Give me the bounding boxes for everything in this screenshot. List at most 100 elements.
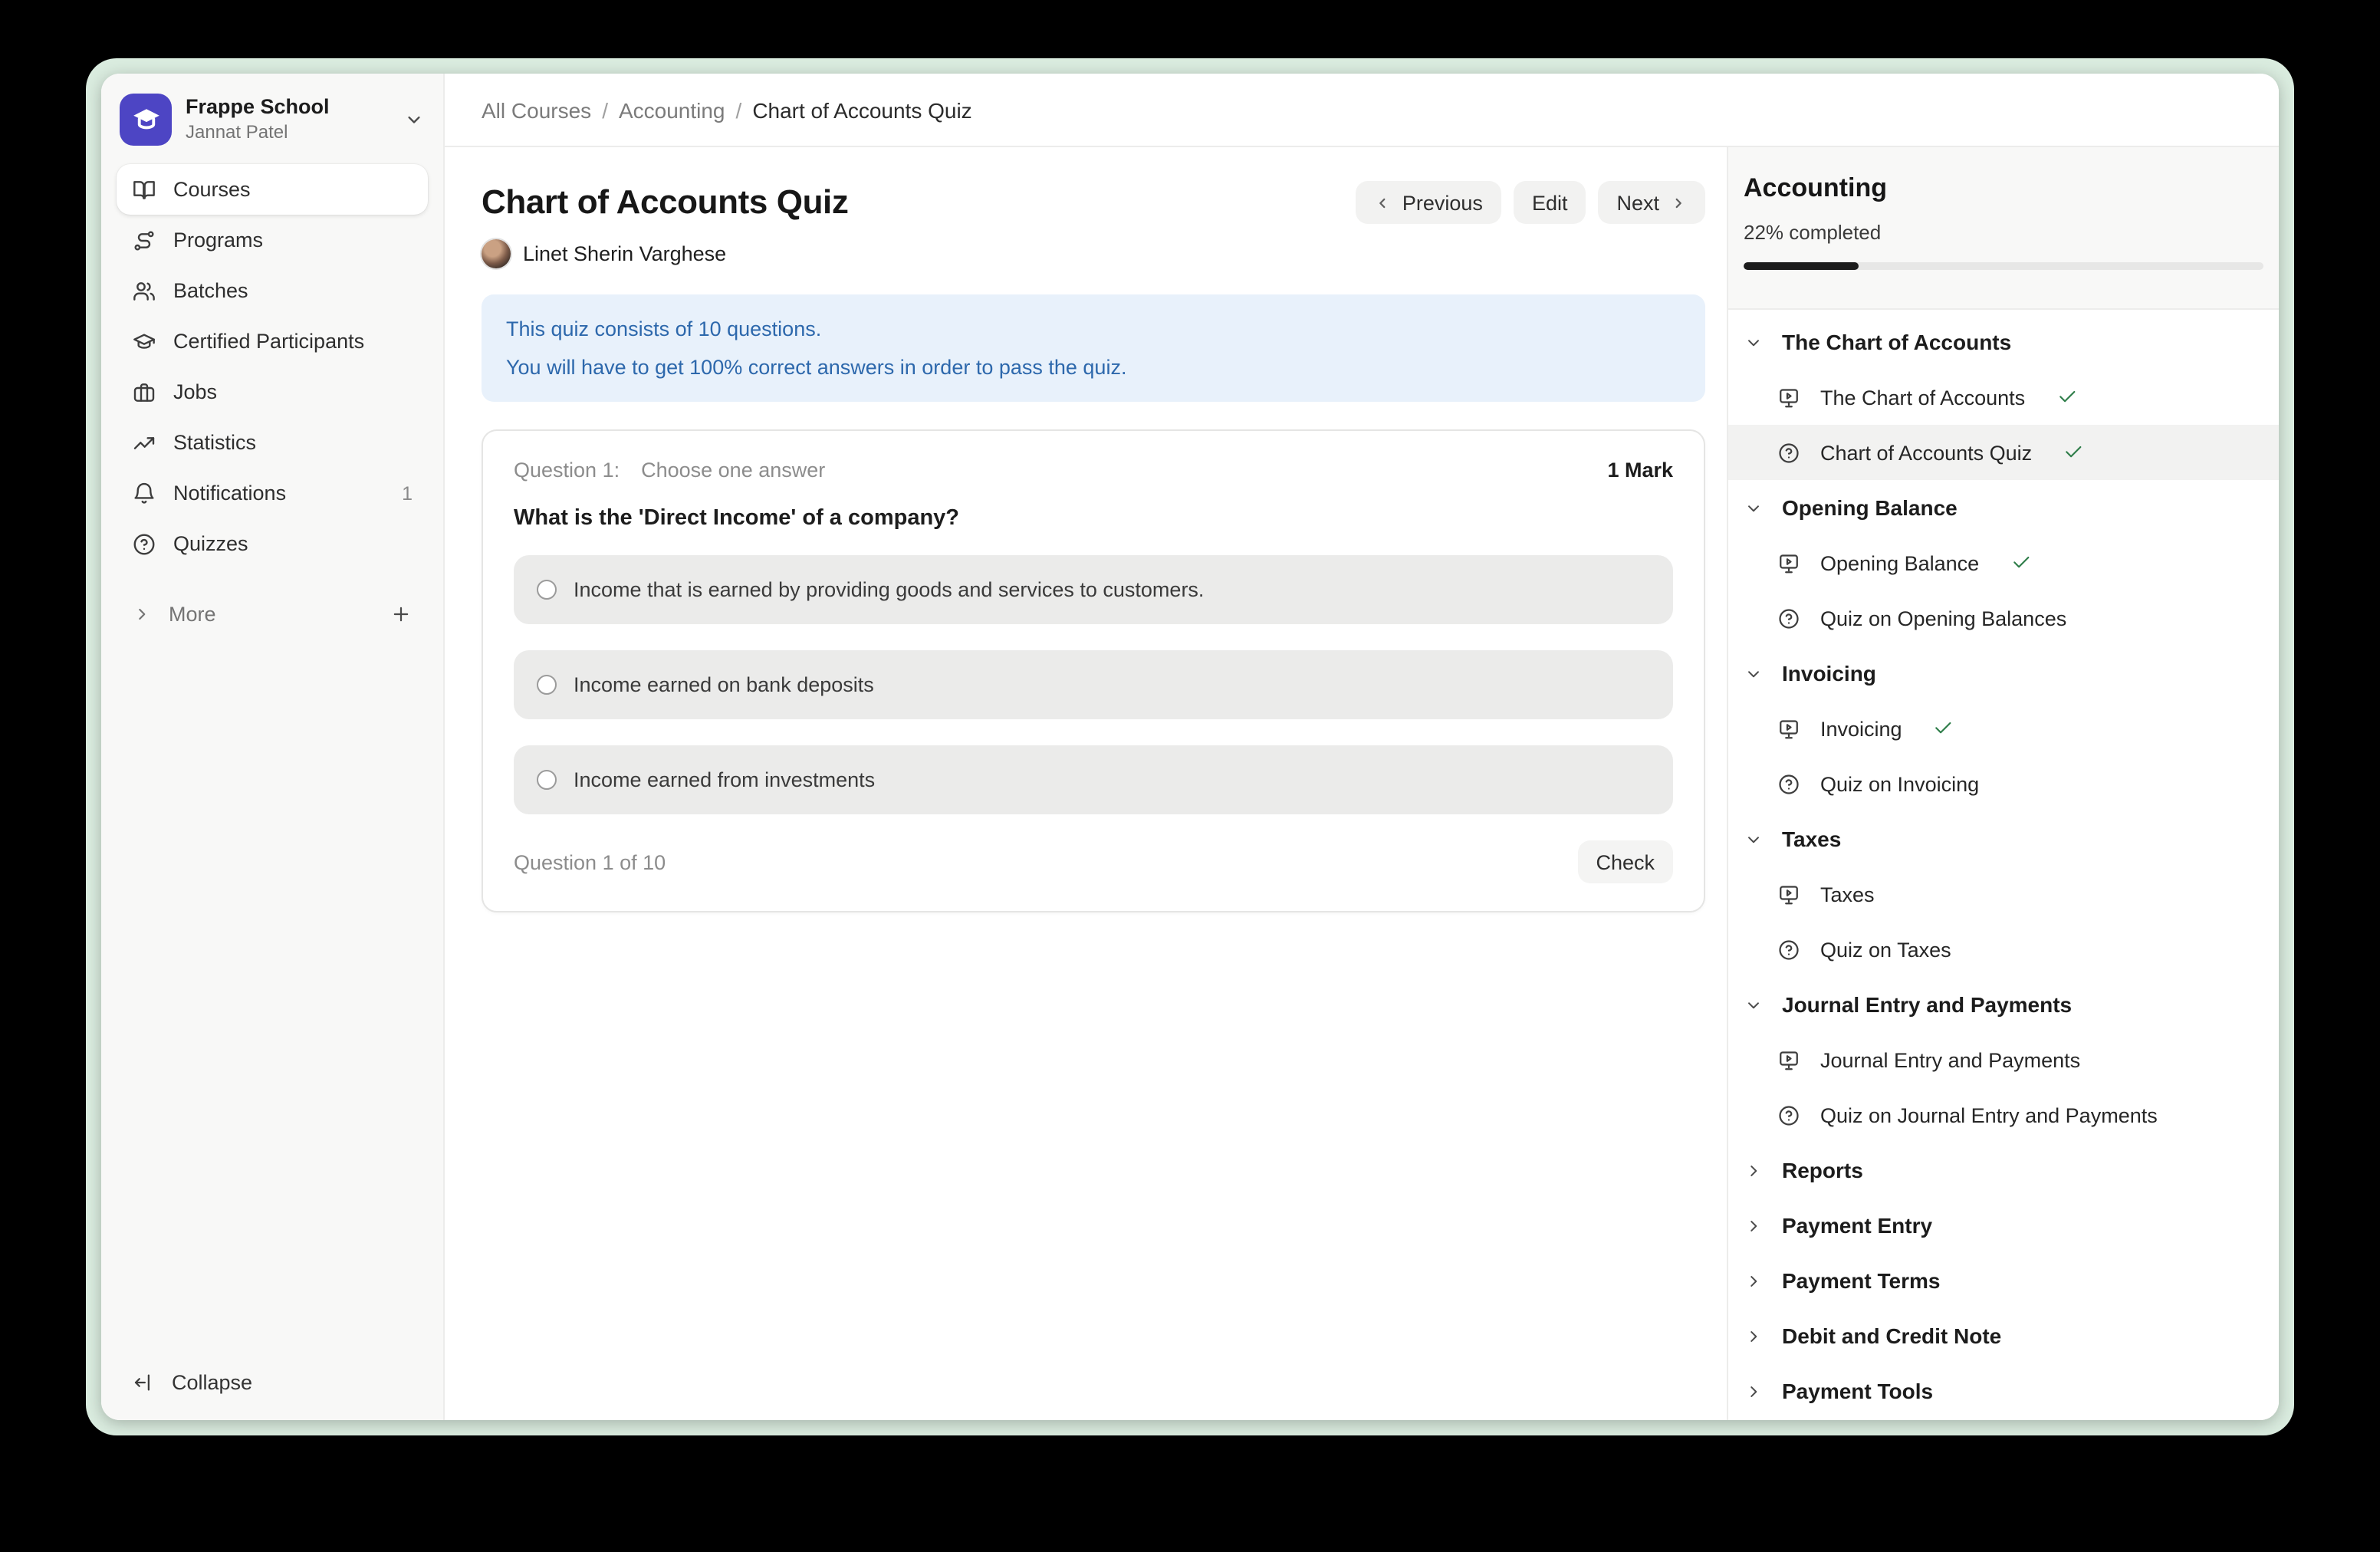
page-title: Chart of Accounts Quiz [482, 182, 848, 222]
outline-item-label: Invoicing [1820, 717, 1902, 740]
completed-check-icon [2010, 552, 2031, 574]
outline-item-chart-of-accounts-quiz[interactable]: Chart of Accounts Quiz [1728, 425, 2279, 480]
sidebar-item-label: Certified Participants [173, 330, 364, 353]
lesson-icon [1777, 883, 1800, 906]
check-button[interactable]: Check [1577, 840, 1673, 883]
outline-section-label: Opening Balance [1782, 495, 1958, 520]
chevron-right-icon [1744, 1381, 1764, 1401]
outline-section-payment-terms[interactable]: Payment Terms [1728, 1253, 2279, 1308]
completed-check-icon [1933, 718, 1954, 739]
outline-item-quiz-on-invoicing[interactable]: Quiz on Invoicing [1728, 756, 2279, 811]
instructor-row: Linet Sherin Varghese [482, 239, 1705, 268]
completed-check-icon [2063, 442, 2084, 463]
quiz-icon [1777, 1103, 1800, 1126]
sidebar-item-courses[interactable]: Courses [117, 164, 428, 215]
edit-button[interactable]: Edit [1514, 181, 1586, 224]
outline-item-label: Quiz on Taxes [1820, 938, 1951, 961]
outline-section-reports[interactable]: Reports [1728, 1143, 2279, 1198]
outline-section-opening-balance[interactable]: Opening Balance [1728, 480, 2279, 535]
outline-section-label: Payment Entry [1782, 1213, 1932, 1238]
outline-item-taxes[interactable]: Taxes [1728, 866, 2279, 922]
outline-item-journal-entry-and-payments[interactable]: Journal Entry and Payments [1728, 1032, 2279, 1087]
sidebar-item-label: Jobs [173, 380, 217, 403]
outline-section-label: Invoicing [1782, 661, 1876, 686]
breadcrumb-chart-of-accounts-quiz: Chart of Accounts Quiz [752, 97, 971, 122]
plus-icon[interactable] [390, 603, 413, 626]
outline-section-label: Payment Tools [1782, 1379, 1933, 1403]
notification-count-badge: 1 [402, 482, 413, 504]
trending-up-icon [132, 430, 156, 455]
quiz-icon [1777, 938, 1800, 961]
outline-section-debit-and-credit-note[interactable]: Debit and Credit Note [1728, 1308, 2279, 1363]
chevron-right-icon [1744, 1271, 1764, 1291]
quiz-notice-line: This quiz consists of 10 questions. [506, 310, 1681, 348]
sidebar-item-batches[interactable]: Batches [117, 265, 428, 316]
outline-item-label: Taxes [1820, 883, 1875, 906]
radio-button[interactable] [537, 580, 557, 600]
outline-section-payment-entry[interactable]: Payment Entry [1728, 1198, 2279, 1253]
quiz-icon [1777, 607, 1800, 630]
sidebar-item-label: Batches [173, 279, 248, 302]
outline-section-invoicing[interactable]: Invoicing [1728, 646, 2279, 701]
sidebar-item-certified-participants[interactable]: Certified Participants [117, 316, 428, 367]
outline-item-quiz-on-taxes[interactable]: Quiz on Taxes [1728, 922, 2279, 977]
outline-item-opening-balance[interactable]: Opening Balance [1728, 535, 2279, 590]
breadcrumb-accounting[interactable]: Accounting [619, 97, 725, 122]
sidebar-more-label[interactable]: More [169, 603, 216, 626]
breadcrumb-all-courses[interactable]: All Courses [482, 97, 591, 122]
chevron-right-icon[interactable] [132, 604, 152, 624]
answer-option-3[interactable]: Income earned from investments [514, 745, 1673, 814]
question-footer: Question 1 of 10 Check [514, 840, 1673, 883]
sidebar-item-label: Notifications [173, 482, 286, 505]
workspace-user: Jannat Patel [186, 121, 330, 144]
chevron-down-icon [1744, 829, 1764, 849]
answer-option-label: Income earned from investments [574, 768, 875, 791]
outline-section-label: Journal Entry and Payments [1782, 992, 2072, 1017]
next-button[interactable]: Next [1598, 181, 1705, 224]
page-actions: Previous Edit Next [1356, 181, 1705, 224]
radio-button[interactable] [537, 675, 557, 695]
outline-item-quiz-on-journal-entry-and-payments[interactable]: Quiz on Journal Entry and Payments [1728, 1087, 2279, 1143]
course-outline-panel: Accounting 22% completed The Chart of Ac… [1727, 147, 2279, 1420]
quiz-icon [1777, 772, 1800, 795]
answer-option-2[interactable]: Income earned on bank deposits [514, 650, 1673, 719]
sidebar-collapse-label: Collapse [172, 1371, 252, 1394]
question-meta: Question 1: Choose one answer 1 Mark [514, 459, 1673, 482]
sidebar-item-label: Courses [173, 178, 251, 201]
graduation-cap-logo-icon [130, 104, 162, 136]
sidebar-collapse-button[interactable]: Collapse [117, 1357, 429, 1408]
outline-section-taxes[interactable]: Taxes [1728, 811, 2279, 866]
outline-section-the-chart-of-accounts[interactable]: The Chart of Accounts [1728, 314, 2279, 370]
book-open-icon [132, 177, 156, 202]
route-icon [132, 228, 156, 252]
sidebar-item-statistics[interactable]: Statistics [117, 417, 428, 468]
sidebar-item-notifications[interactable]: Notifications 1 [117, 468, 428, 518]
outline-item-quiz-on-opening-balances[interactable]: Quiz on Opening Balances [1728, 590, 2279, 646]
outline-section-label: Taxes [1782, 827, 1841, 851]
sidebar-item-jobs[interactable]: Jobs [117, 367, 428, 417]
sidebar-item-label: Statistics [173, 431, 256, 454]
answer-option-1[interactable]: Income that is earned by providing goods… [514, 555, 1673, 624]
chevron-down-icon [1744, 663, 1764, 683]
chevron-down-icon [1744, 995, 1764, 1014]
radio-button[interactable] [537, 770, 557, 790]
outline-item-label: Journal Entry and Payments [1820, 1048, 2080, 1071]
users-icon [132, 278, 156, 303]
workspace-title: Frappe School [186, 95, 330, 121]
workspace-switcher[interactable]: Frappe School Jannat Patel [117, 94, 428, 146]
quiz-page: Chart of Accounts Quiz Previous Edit [445, 147, 1727, 1420]
outline-item-the-chart-of-accounts[interactable]: The Chart of Accounts [1728, 370, 2279, 425]
outline-item-invoicing[interactable]: Invoicing [1728, 701, 2279, 756]
outline-section-journal-entry-and-payments[interactable]: Journal Entry and Payments [1728, 977, 2279, 1032]
question-number: Question 1: [514, 459, 620, 482]
sidebar-item-quizzes[interactable]: Quizzes [117, 518, 428, 569]
question-card: Question 1: Choose one answer 1 Mark Wha… [482, 429, 1705, 912]
sidebar-item-programs[interactable]: Programs [117, 215, 428, 265]
previous-button[interactable]: Previous [1356, 181, 1501, 224]
lesson-icon [1777, 1048, 1800, 1071]
answer-options: Income that is earned by providing goods… [514, 555, 1673, 814]
workspace-info: Frappe School Jannat Patel [186, 95, 330, 144]
check-label: Check [1596, 850, 1655, 873]
sidebar-nav: Courses Programs Batches Certified Particip… [117, 164, 428, 569]
outline-section-payment-tools[interactable]: Payment Tools [1728, 1363, 2279, 1419]
